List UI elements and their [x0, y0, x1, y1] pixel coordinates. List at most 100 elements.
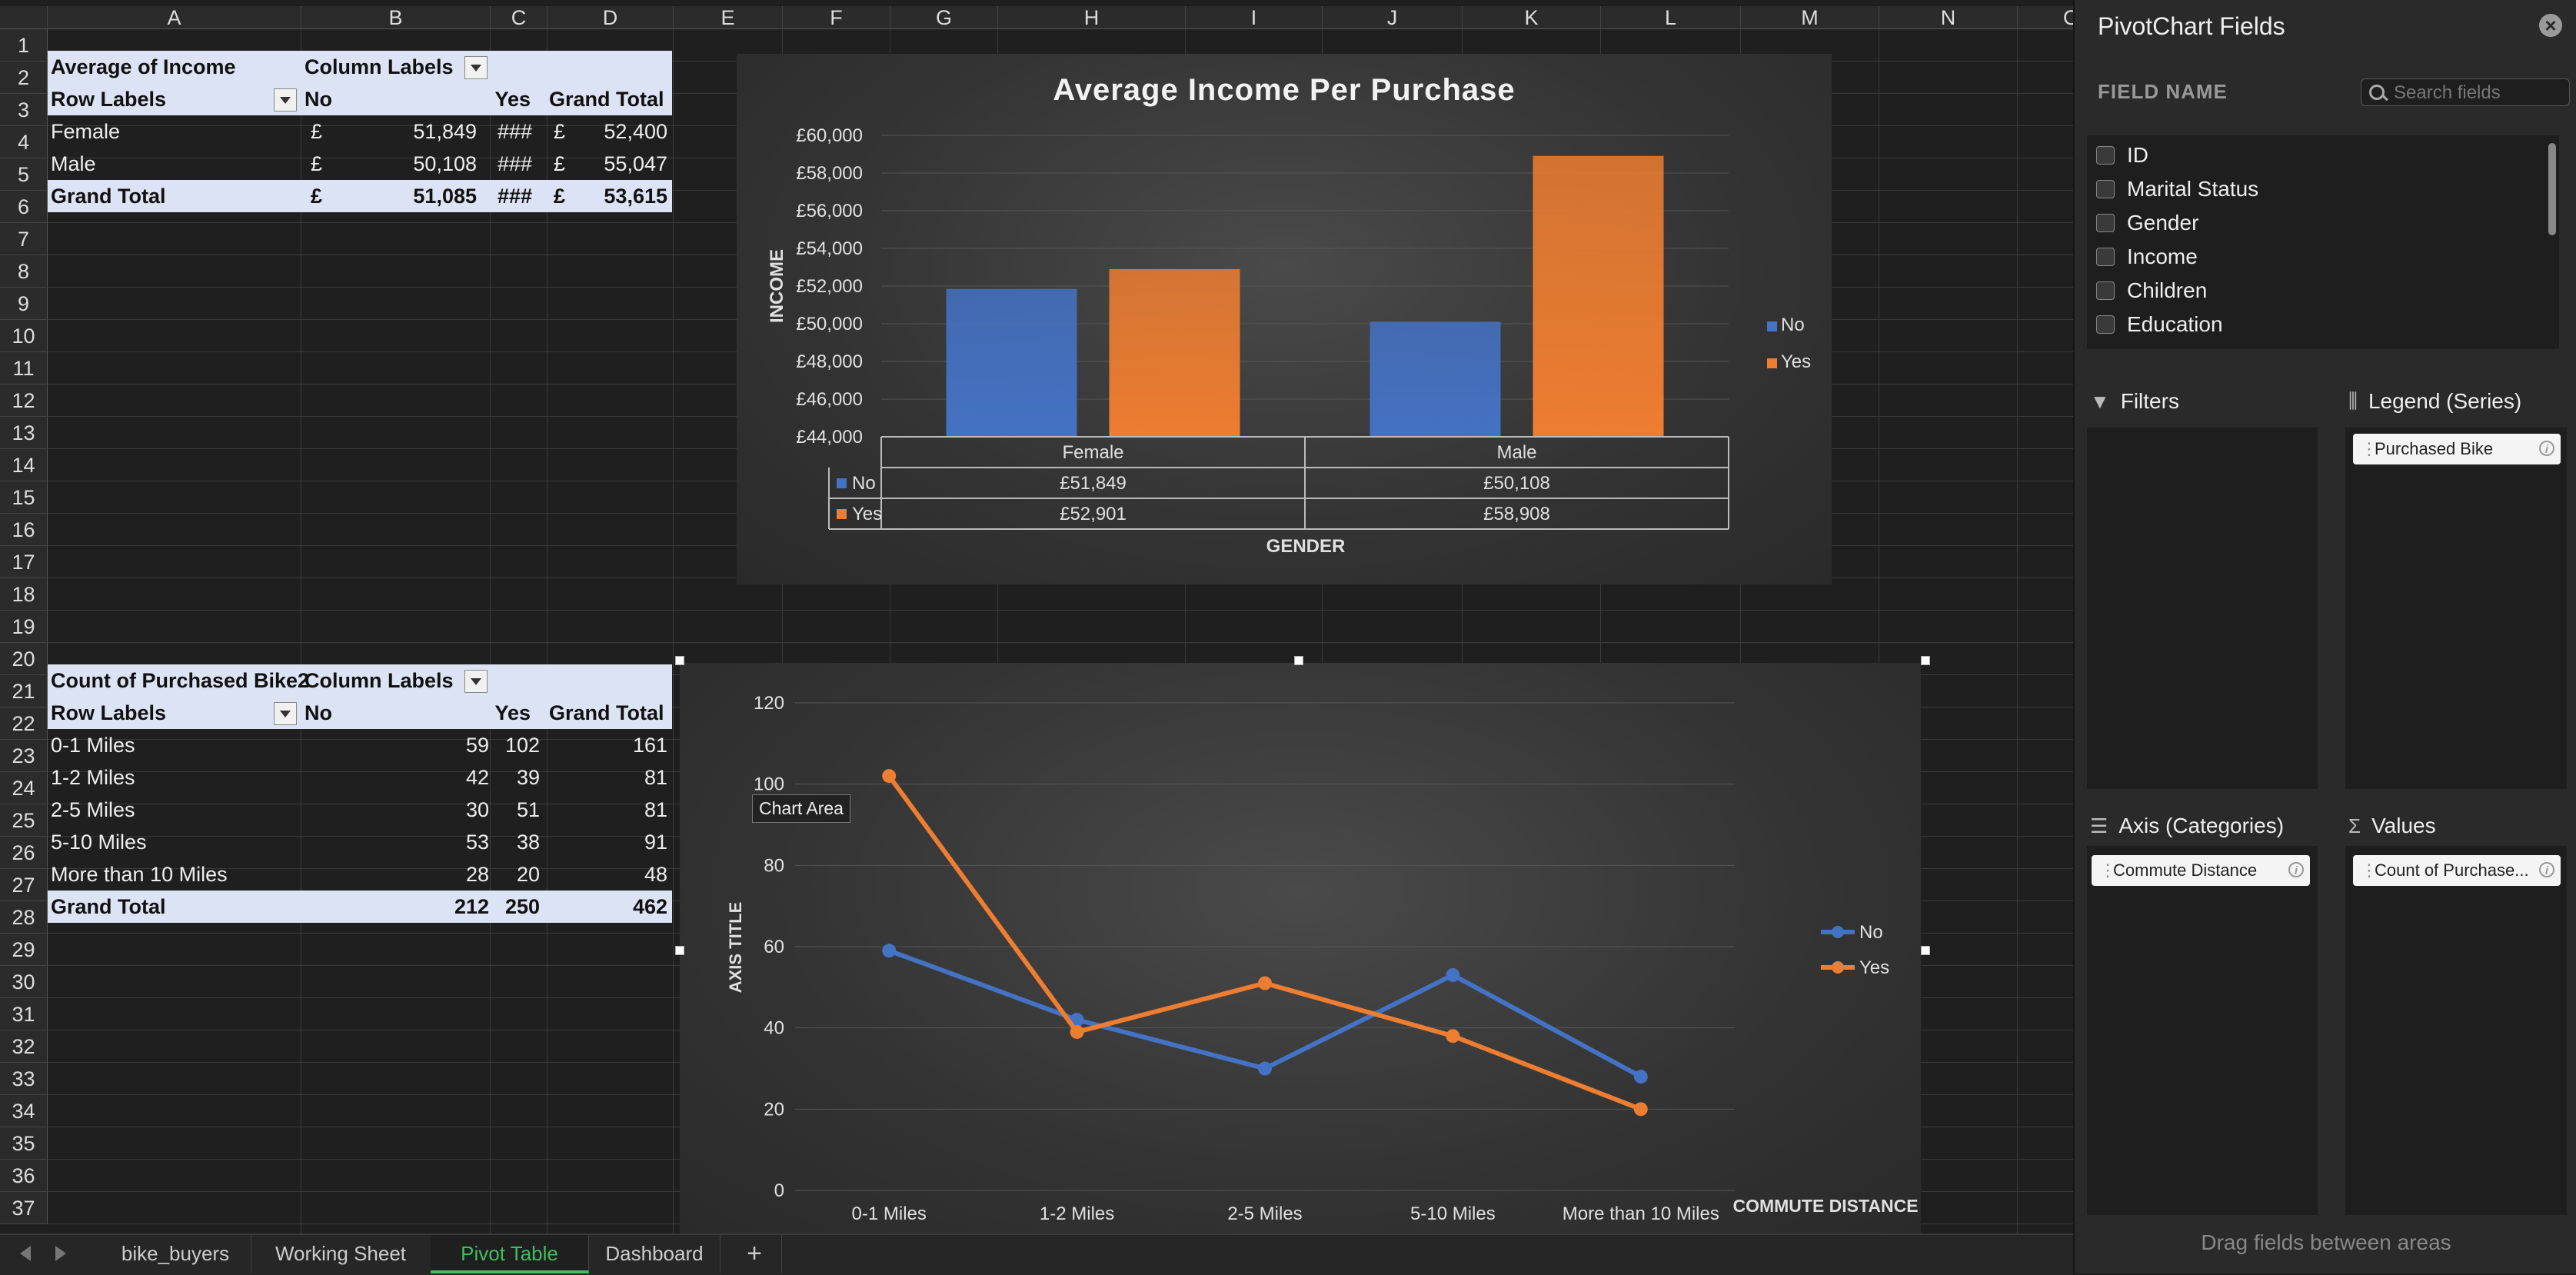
field-checkbox[interactable]: [2096, 315, 2115, 334]
axis-dropzone[interactable]: ⋮ Commute Distance i: [2087, 846, 2318, 1215]
row-header-24[interactable]: 24: [0, 772, 48, 804]
currency-symbol[interactable]: £: [554, 148, 565, 180]
search-box[interactable]: [2361, 78, 2570, 107]
row-header-35[interactable]: 35: [0, 1127, 48, 1160]
column-header-n[interactable]: N: [1879, 6, 2018, 29]
value-yes[interactable]: 51: [492, 794, 540, 826]
select-all-corner[interactable]: [0, 6, 48, 29]
value-yes[interactable]: 20: [492, 858, 540, 891]
row-header-26[interactable]: 26: [0, 837, 48, 869]
field-item-marital-status[interactable]: Marital Status: [2096, 174, 2258, 205]
value-yes[interactable]: 102: [492, 729, 540, 761]
value-total[interactable]: 462: [569, 891, 667, 923]
row-header-32[interactable]: 32: [0, 1030, 48, 1063]
pivot-row-label[interactable]: Female: [51, 115, 120, 148]
row-header-19[interactable]: 19: [0, 611, 48, 643]
row-header-18[interactable]: 18: [0, 578, 48, 611]
column-header-b[interactable]: B: [301, 6, 491, 29]
column-labels-filter-button[interactable]: [464, 56, 488, 79]
chart-resize-handle[interactable]: [1921, 946, 1930, 955]
row-header-23[interactable]: 23: [0, 740, 48, 772]
pivot-col-total[interactable]: Grand Total: [549, 697, 664, 729]
column-header-h[interactable]: H: [998, 6, 1186, 29]
value-no[interactable]: 28: [431, 858, 489, 891]
sheet-tab-working-sheet[interactable]: Working Sheet: [251, 1235, 431, 1273]
info-icon[interactable]: i: [2539, 862, 2554, 877]
value-yes[interactable]: ###: [489, 180, 532, 212]
field-item-children[interactable]: Children: [2096, 275, 2207, 306]
column-header-g[interactable]: G: [890, 6, 998, 29]
column-header-e[interactable]: E: [674, 6, 783, 29]
row-header-33[interactable]: 33: [0, 1063, 48, 1095]
column-labels-filter-button[interactable]: [464, 670, 488, 693]
prev-sheet-icon[interactable]: [20, 1246, 31, 1261]
chart-resize-handle[interactable]: [1294, 656, 1303, 665]
row-header-14[interactable]: 14: [0, 449, 48, 481]
value-total[interactable]: 91: [569, 826, 667, 858]
grand-total-label[interactable]: Grand Total: [51, 180, 166, 212]
row-header-12[interactable]: 12: [0, 384, 48, 417]
pivot-row-label[interactable]: More than 10 Miles: [51, 858, 228, 891]
row-header-25[interactable]: 25: [0, 804, 48, 837]
row-header-17[interactable]: 17: [0, 546, 48, 578]
field-checkbox[interactable]: [2096, 248, 2115, 266]
value-yes[interactable]: ###: [489, 148, 532, 180]
column-header-i[interactable]: I: [1186, 6, 1323, 29]
column-header-m[interactable]: M: [1741, 6, 1879, 29]
field-checkbox[interactable]: [2096, 146, 2115, 165]
pivot-row-labels[interactable]: Row Labels: [51, 697, 166, 729]
column-header-l[interactable]: L: [1601, 6, 1741, 29]
column-header-a[interactable]: A: [48, 6, 301, 29]
currency-symbol[interactable]: £: [554, 180, 565, 212]
search-input[interactable]: [2392, 79, 2564, 107]
grand-total-label[interactable]: Grand Total: [51, 891, 166, 923]
value-yes[interactable]: ###: [489, 115, 532, 148]
value-no[interactable]: 50,108: [338, 148, 477, 180]
pivot-col-total[interactable]: Grand Total: [549, 83, 664, 115]
values-field-chip[interactable]: ⋮ Count of Purchase... i: [2353, 855, 2561, 886]
value-total[interactable]: 81: [569, 794, 667, 826]
value-no[interactable]: 51,849: [338, 115, 477, 148]
pivot-row-label[interactable]: 1-2 Miles: [51, 761, 135, 794]
row-header-10[interactable]: 10: [0, 320, 48, 352]
value-total[interactable]: 48: [569, 858, 667, 891]
filters-dropzone[interactable]: [2087, 428, 2318, 789]
value-no[interactable]: 53: [431, 826, 489, 858]
row-header-7[interactable]: 7: [0, 223, 48, 255]
close-icon[interactable]: ×: [2539, 14, 2562, 37]
sheet-tab-bike_buyers[interactable]: bike_buyers: [100, 1235, 251, 1273]
field-checkbox[interactable]: [2096, 281, 2115, 300]
pivot-title[interactable]: Average of Income: [51, 51, 236, 83]
currency-symbol[interactable]: £: [311, 148, 322, 180]
legend-field-chip[interactable]: ⋮ Purchased Bike i: [2353, 434, 2561, 464]
row-header-13[interactable]: 13: [0, 417, 48, 449]
value-total[interactable]: 52,400: [577, 115, 667, 148]
field-checkbox[interactable]: [2096, 180, 2115, 198]
row-labels-filter-button[interactable]: [274, 702, 297, 725]
column-header-c[interactable]: C: [491, 6, 547, 29]
add-sheet-button[interactable]: +: [727, 1235, 782, 1273]
value-total[interactable]: 53,615: [577, 180, 667, 212]
field-checkbox[interactable]: [2096, 214, 2115, 232]
value-no[interactable]: 59: [431, 729, 489, 761]
row-header-27[interactable]: 27: [0, 869, 48, 901]
field-list[interactable]: ID Marital Status Gender Income Children Educ…: [2087, 135, 2559, 349]
row-header-4[interactable]: 4: [0, 126, 48, 158]
pivot-col-yes[interactable]: Yes: [492, 83, 531, 115]
value-total[interactable]: 81: [569, 761, 667, 794]
row-header-30[interactable]: 30: [0, 966, 48, 998]
pivot-row-labels[interactable]: Row Labels: [51, 83, 166, 115]
pivot-column-labels[interactable]: Column Labels: [305, 664, 454, 697]
value-total[interactable]: 161: [569, 729, 667, 761]
sheet-tab-pivot-table[interactable]: Pivot Table: [431, 1235, 589, 1273]
row-header-21[interactable]: 21: [0, 675, 48, 707]
next-sheet-icon[interactable]: [55, 1246, 66, 1261]
value-no[interactable]: 212: [431, 891, 489, 923]
legend-dropzone[interactable]: ⋮ Purchased Bike i: [2345, 428, 2567, 789]
row-header-36[interactable]: 36: [0, 1160, 48, 1192]
pivot-col-yes[interactable]: Yes: [492, 697, 531, 729]
value-no[interactable]: 51,085: [338, 180, 477, 212]
chart-resize-handle[interactable]: [1921, 656, 1930, 665]
values-dropzone[interactable]: ⋮ Count of Purchase... i: [2345, 846, 2567, 1215]
value-no[interactable]: 30: [431, 794, 489, 826]
